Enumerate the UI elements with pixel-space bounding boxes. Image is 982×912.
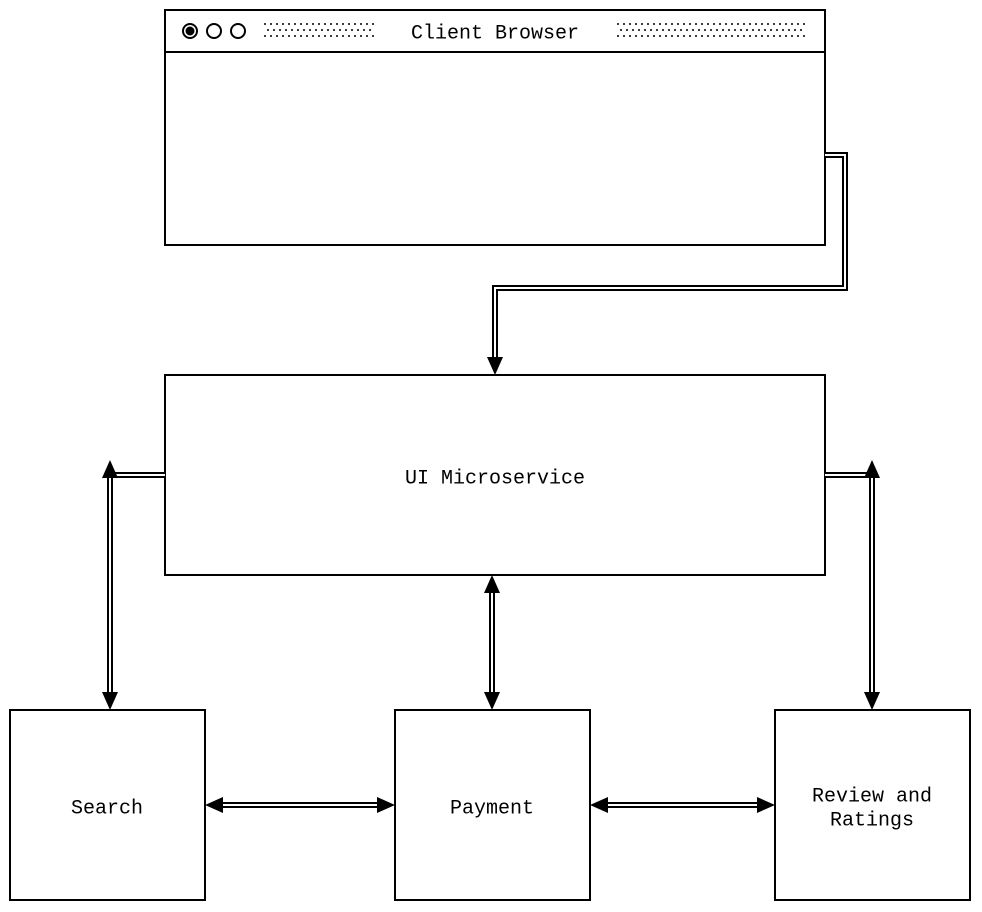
reviews-label-line2: Ratings — [830, 809, 914, 832]
node-reviews: Review and Ratings — [775, 710, 970, 900]
node-client-browser: Client Browser — [165, 10, 825, 245]
node-ui-microservice: UI Microservice — [165, 375, 825, 575]
architecture-diagram: Client Browser UI Microservice Search Pa… — [0, 0, 982, 912]
search-label: Search — [71, 797, 143, 820]
reviews-label-line1: Review and — [812, 785, 932, 808]
ui-microservice-label: UI Microservice — [405, 467, 585, 490]
edge-search-to-payment — [205, 797, 395, 813]
payment-label: Payment — [450, 797, 534, 820]
edge-ui-to-reviews — [825, 460, 880, 710]
edge-ui-to-payment — [484, 575, 500, 710]
edge-ui-to-search — [102, 460, 165, 710]
edge-payment-to-reviews — [590, 797, 775, 813]
node-search: Search — [10, 710, 205, 900]
client-browser-label: Client Browser — [411, 22, 579, 45]
node-payment: Payment — [395, 710, 590, 900]
